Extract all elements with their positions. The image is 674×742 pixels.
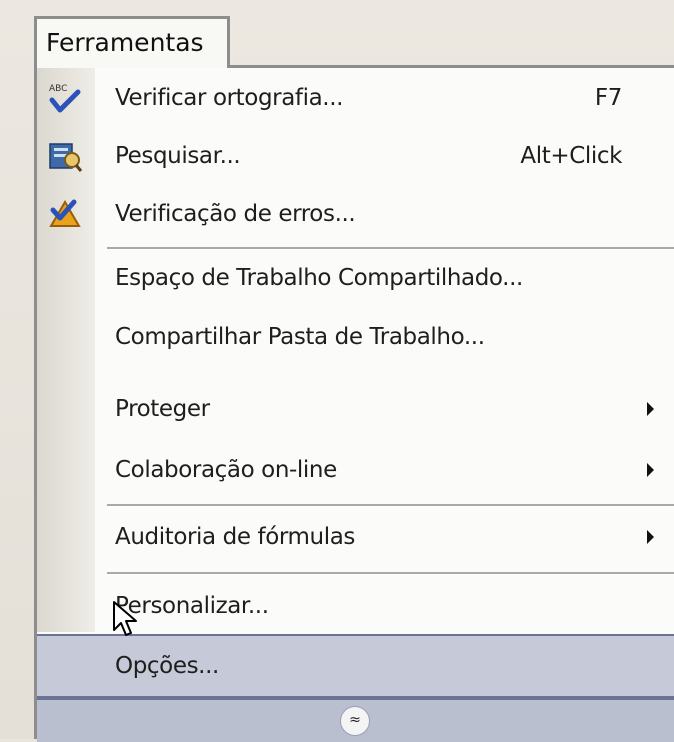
submenu-arrow-icon [647, 402, 654, 416]
menu-item-label: Espaço de Trabalho Compartilhado... [115, 265, 523, 291]
menu-item-spelling[interactable]: ABC Verificar ortografia... F7 [37, 70, 674, 126]
menu-title: Ferramentas [46, 28, 204, 57]
menu-item-online-collaboration[interactable]: Colaboração on-line [37, 442, 674, 498]
mouse-cursor-icon [113, 601, 137, 636]
menu-item-research[interactable]: Pesquisar... Alt+Click [37, 128, 674, 184]
menu-item-label: Colaboração on-line [115, 457, 337, 483]
menu-item-label: Proteger [115, 396, 210, 422]
error-check-icon [47, 196, 83, 232]
menu-item-formula-auditing[interactable]: Auditoria de fórmulas [37, 509, 674, 565]
menu-item-options[interactable]: Opções... [37, 634, 674, 698]
menu-separator [107, 504, 674, 507]
menu-expand-row[interactable]: ≈ [37, 698, 674, 742]
menu-item-shortcut: F7 [594, 85, 622, 111]
expand-chevrons-icon[interactable]: ≈ [340, 706, 370, 736]
menu-item-label: Pesquisar... [115, 143, 241, 169]
menu-item-label: Auditoria de fórmulas [115, 524, 355, 550]
menu-item-share-workbook[interactable]: Compartilhar Pasta de Trabalho... [37, 309, 674, 365]
menu-item-shortcut: Alt+Click [520, 143, 622, 169]
spellcheck-icon: ABC [47, 80, 83, 116]
menu-item-label: Opções... [115, 653, 219, 679]
research-icon [47, 138, 83, 174]
submenu-arrow-icon [647, 463, 654, 477]
menu-separator [107, 572, 674, 575]
submenu-arrow-icon [647, 530, 654, 544]
menu-item-label: Compartilhar Pasta de Trabalho... [115, 324, 485, 350]
screenshot-background: Ferramentas ABC Verificar ortografia... … [0, 0, 674, 742]
menu-item-label: Verificação de erros... [115, 201, 356, 227]
menu-ferramentas[interactable]: Ferramentas [34, 16, 230, 68]
menu-item-error-check[interactable]: Verificação de erros... [37, 186, 674, 242]
menu-item-shared-workspace[interactable]: Espaço de Trabalho Compartilhado... [37, 250, 674, 306]
svg-text:ABC: ABC [49, 84, 67, 94]
menu-item-label: Verificar ortografia... [115, 85, 344, 111]
menu-item-protect[interactable]: Proteger [37, 381, 674, 437]
